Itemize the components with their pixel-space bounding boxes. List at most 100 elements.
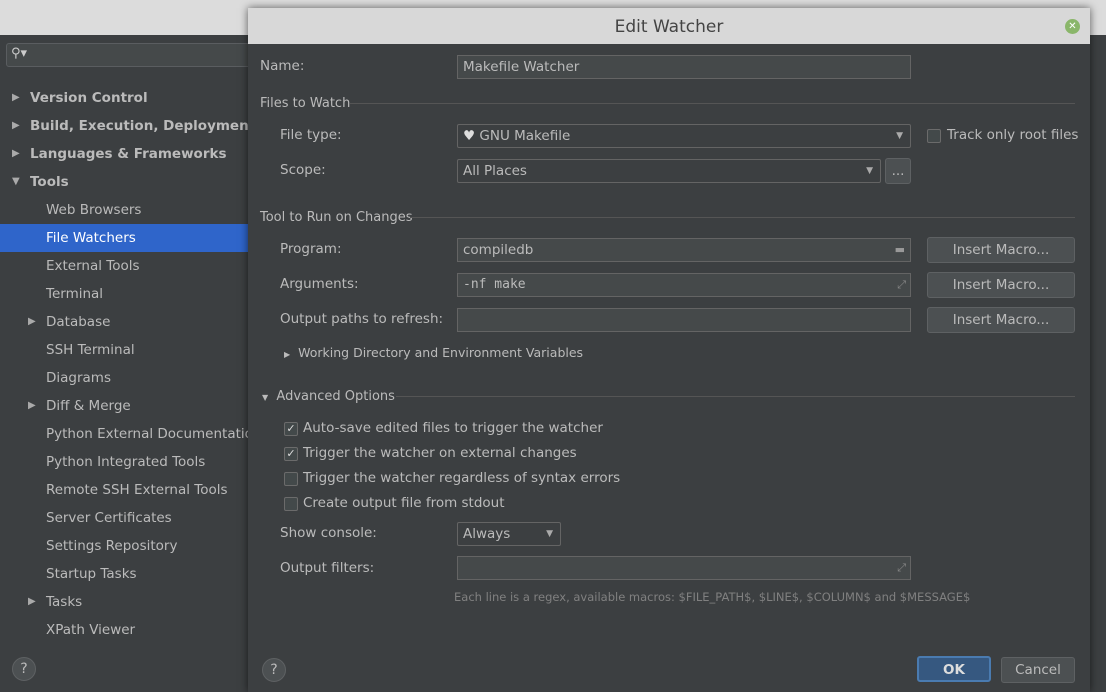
settings-sidebar: ⚲▾ ▶ Version Control ▶ Build, Execution, De…	[0, 35, 266, 692]
advanced-options-toggle[interactable]: ▼ Advanced Options	[262, 389, 395, 404]
sidebar-item-label: Languages & Frameworks	[30, 146, 227, 162]
sidebar-item[interactable]: Startup Tasks	[0, 560, 248, 588]
insert-macro-arguments-button[interactable]: Insert Macro...	[927, 272, 1075, 298]
scope-more-button[interactable]: ...	[885, 158, 911, 184]
program-input[interactable]: compiledb ▬	[457, 238, 911, 262]
sidebar-item[interactable]: ▶ Tasks	[0, 588, 248, 616]
chevron-down-icon: ▼	[546, 529, 553, 539]
chevron-down-icon: ▼	[896, 131, 903, 141]
chevron-right-icon[interactable]: ▶	[28, 308, 36, 336]
scope-label: Scope:	[280, 162, 326, 178]
insert-macro-program-button[interactable]: Insert Macro...	[927, 237, 1075, 263]
search-icon: ⚲▾	[11, 46, 28, 61]
chevron-right-icon[interactable]: ▶	[12, 140, 20, 168]
chevron-down-icon: ▼	[866, 166, 873, 176]
arguments-label: Arguments:	[280, 276, 359, 292]
chevron-right-icon[interactable]: ▶	[28, 588, 36, 616]
cancel-button[interactable]: Cancel	[1001, 657, 1075, 683]
settings-tree: ▶ Version Control ▶ Build, Execution, Deplo…	[0, 84, 261, 644]
option-label: Trigger the watcher on external changes	[303, 445, 577, 461]
sidebar-item[interactable]: ▼ Tools	[0, 168, 248, 196]
dialog-title-bar: Edit Watcher ✕	[248, 8, 1090, 44]
divider	[410, 217, 1075, 218]
ok-button[interactable]: OK	[917, 656, 991, 682]
option-label: Auto-save edited files to trigger the wa…	[303, 420, 603, 436]
sidebar-item[interactable]: Web Browsers	[0, 196, 248, 224]
dialog-help-button[interactable]: ?	[262, 658, 286, 682]
scope-select[interactable]: All Places ▼	[457, 159, 881, 183]
sidebar-item-label: Database	[46, 314, 111, 330]
sidebar-item[interactable]: ▶ Version Control	[0, 84, 248, 112]
sidebar-item[interactable]: XPath Viewer	[0, 616, 248, 644]
option-label: Create output file from stdout	[303, 495, 505, 511]
option-checkbox[interactable]	[284, 472, 298, 486]
chevron-right-icon[interactable]: ▶	[12, 84, 20, 112]
dialog-title: Edit Watcher	[614, 17, 724, 37]
scope-value: All Places	[463, 163, 527, 179]
advanced-options-label: Advanced Options	[276, 389, 395, 404]
sidebar-item[interactable]: ▶ Build, Execution, Deployment	[0, 112, 255, 140]
sidebar-item[interactable]: Python External Documentation	[0, 420, 261, 448]
sidebar-item[interactable]: ▶ Languages & Frameworks	[0, 140, 248, 168]
file-type-select[interactable]: ♥ GNU Makefile ▼	[457, 124, 911, 148]
folder-icon[interactable]: ▬	[895, 239, 905, 261]
expand-icon[interactable]: ⤢	[897, 274, 906, 296]
name-label: Name:	[260, 58, 305, 74]
output-filters-input[interactable]: ⤢	[457, 556, 911, 580]
close-icon[interactable]: ✕	[1065, 19, 1080, 34]
working-directory-toggle[interactable]: ▶ Working Directory and Environment Vari…	[284, 345, 583, 360]
arguments-input[interactable]: -nf make ⤢	[457, 273, 911, 297]
sidebar-item-label: Diagrams	[46, 370, 111, 386]
output-paths-input[interactable]	[457, 308, 911, 332]
show-console-value: Always	[463, 526, 511, 542]
sidebar-item-label: Server Certificates	[46, 510, 172, 526]
sidebar-item[interactable]: ▶ Diff & Merge	[0, 392, 248, 420]
option-label: Trigger the watcher regardless of syntax…	[303, 470, 621, 486]
track-root-checkbox[interactable]	[927, 129, 941, 143]
sidebar-item[interactable]: SSH Terminal	[0, 336, 248, 364]
option-checkbox[interactable]	[284, 497, 298, 511]
sidebar-item[interactable]: Terminal	[0, 280, 248, 308]
sidebar-item-label: XPath Viewer	[46, 622, 136, 638]
program-label: Program:	[280, 241, 342, 257]
sidebar-item-label: SSH Terminal	[46, 342, 135, 358]
help-button[interactable]: ?	[12, 657, 36, 681]
divider	[350, 103, 1075, 104]
option-checkbox[interactable]: ✓	[284, 447, 298, 461]
working-directory-label: Working Directory and Environment Variab…	[298, 345, 584, 360]
sidebar-item-label: Terminal	[46, 286, 104, 302]
file-type-value: GNU Makefile	[479, 128, 571, 144]
output-paths-label: Output paths to refresh:	[280, 311, 444, 327]
settings-search-input[interactable]: ⚲▾	[6, 43, 266, 67]
edit-watcher-dialog: Edit Watcher ✕ Name: Makefile Watcher Fi…	[248, 8, 1090, 692]
insert-macro-output-button[interactable]: Insert Macro...	[927, 307, 1075, 333]
files-to-watch-heading: Files to Watch	[260, 96, 351, 111]
sidebar-item-label: Version Control	[30, 90, 148, 106]
track-root-label: Track only root files	[947, 127, 1079, 143]
sidebar-item[interactable]: ▶ Database	[0, 308, 248, 336]
sidebar-item[interactable]: Server Certificates	[0, 504, 248, 532]
show-console-label: Show console:	[280, 525, 377, 541]
makefile-icon: ♥	[463, 128, 476, 144]
sidebar-item[interactable]: File Watchers	[0, 224, 248, 252]
show-console-select[interactable]: Always ▼	[457, 522, 561, 546]
expand-icon[interactable]: ⤢	[897, 557, 906, 579]
sidebar-item[interactable]: Diagrams	[0, 364, 248, 392]
output-filters-label: Output filters:	[280, 560, 375, 576]
sidebar-item[interactable]: Settings Repository	[0, 532, 248, 560]
option-checkbox[interactable]: ✓	[284, 422, 298, 436]
output-filters-hint: Each line is a regex, available macros: …	[454, 590, 971, 604]
sidebar-item-label: Build, Execution, Deployment	[30, 118, 256, 134]
sidebar-item[interactable]: External Tools	[0, 252, 248, 280]
sidebar-item-label: File Watchers	[46, 230, 136, 246]
sidebar-item[interactable]: Remote SSH External Tools	[0, 476, 248, 504]
chevron-right-icon[interactable]: ▶	[12, 112, 20, 140]
chevron-right-icon[interactable]: ▶	[28, 392, 36, 420]
sidebar-item-label: Tools	[30, 174, 69, 190]
name-input[interactable]: Makefile Watcher	[457, 55, 911, 79]
chevron-down-icon[interactable]: ▼	[12, 168, 20, 196]
sidebar-item-label: Settings Repository	[46, 538, 178, 554]
arguments-value: -nf make	[463, 277, 526, 292]
sidebar-item-label: Python Integrated Tools	[46, 454, 206, 470]
sidebar-item[interactable]: Python Integrated Tools	[0, 448, 248, 476]
